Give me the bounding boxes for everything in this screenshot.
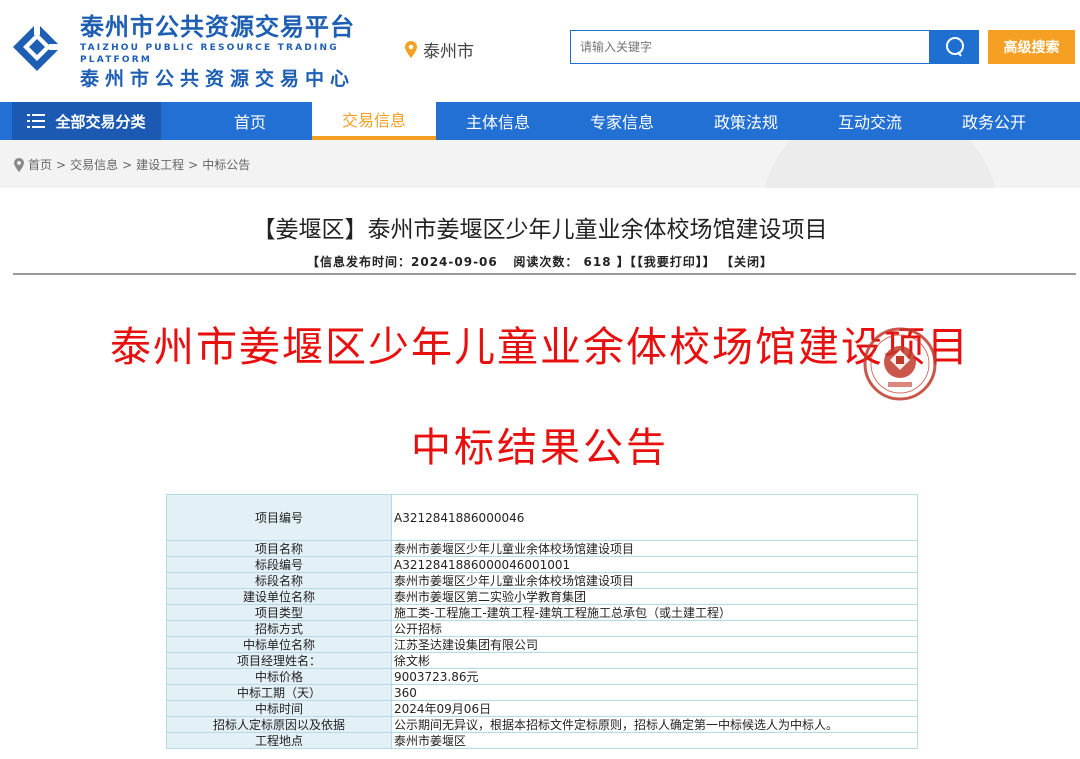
breadcrumb-separator: > <box>56 157 67 172</box>
field-value: 360 <box>391 684 918 701</box>
breadcrumb-trade-info[interactable]: 交易信息 <box>70 156 118 173</box>
title-divider <box>13 273 1076 275</box>
table-row: 中标时间 2024年09月06日 <box>166 700 918 717</box>
breadcrumb-bar: 首页 > 交易信息 > 建设工程 > 中标公告 <box>0 140 1080 188</box>
field-value: 徐文彬 <box>391 652 918 669</box>
field-label: 项目名称 <box>166 540 392 557</box>
field-label: 标段名称 <box>166 572 392 589</box>
platform-logo-text[interactable]: 泰州市公共资源交易平台 TAIZHOU PUBLIC RESOURCE TRAD… <box>80 12 370 92</box>
table-row: 项目名称 泰州市姜堰区少年儿童业余体校场馆建设项目 <box>166 540 918 557</box>
nav-item-gov-affairs[interactable]: 政务公开 <box>932 102 1056 140</box>
field-value: 泰州市姜堰区 <box>391 732 918 749</box>
search-button[interactable] <box>930 30 979 64</box>
table-row: 招标人定标原因以及依据 公示期间无异议，根据本招标文件定标原则，招标人确定第一中… <box>166 716 918 733</box>
table-row: 招标方式 公开招标 <box>166 620 918 637</box>
field-value: 江苏圣达建设集团有限公司 <box>391 636 918 653</box>
field-label: 建设单位名称 <box>166 588 392 605</box>
table-row: 中标工期（天） 360 <box>166 684 918 701</box>
field-value: 公示期间无异议，根据本招标文件定标原则，招标人确定第一中标候选人为中标人。 <box>391 716 918 733</box>
breadcrumb-construction[interactable]: 建设工程 <box>136 156 184 173</box>
decorative-background <box>760 140 1000 188</box>
table-row: 工程地点 泰州市姜堰区 <box>166 732 918 749</box>
table-row: 项目类型 施工类-工程施工-建筑工程-建筑工程施工总承包（或土建工程） <box>166 604 918 621</box>
list-menu-icon <box>27 114 46 128</box>
field-label: 项目编号 <box>166 494 392 541</box>
field-label: 中标工期（天） <box>166 684 392 701</box>
official-seal-icon <box>863 327 937 401</box>
breadcrumb-home[interactable]: 首页 <box>28 156 52 173</box>
field-value: 泰州市姜堰区第二实验小学教育集团 <box>391 588 918 605</box>
breadcrumb-separator: > <box>188 157 199 172</box>
search-icon <box>945 37 964 57</box>
all-categories-label: 全部交易分类 <box>55 112 146 131</box>
nav-item-trade-info[interactable]: 交易信息 <box>312 102 436 140</box>
notice-type-heading: 中标结果公告 <box>411 425 669 471</box>
field-label: 中标时间 <box>166 700 392 717</box>
publish-date: 【信息发布时间：2024-09-06 <box>307 255 498 269</box>
city-selector[interactable]: 泰州市 <box>405 37 474 62</box>
field-label: 招标方式 <box>166 620 392 637</box>
read-count: 618 <box>583 255 612 269</box>
platform-logo-icon[interactable] <box>12 22 62 72</box>
article-meta: 【信息发布时间：2024-09-06 阅读次数： 618 】【【我要打印】】 【… <box>0 253 1080 270</box>
field-value: 2024年09月06日 <box>391 700 918 717</box>
field-value: 施工类-工程施工-建筑工程-建筑工程施工总承包（或土建工程） <box>391 604 918 621</box>
table-row: 项目经理姓名： 徐文彬 <box>166 652 918 669</box>
logo-title-cn: 泰州市公共资源交易平台 <box>80 13 355 41</box>
field-value: 9003723.86元 <box>391 668 918 685</box>
breadcrumb: 首页 > 交易信息 > 建设工程 > 中标公告 <box>14 156 250 173</box>
all-categories-button[interactable]: 全部交易分类 <box>12 102 161 140</box>
page-title: 【姜堰区】泰州市姜堰区少年儿童业余体校场馆建设项目 <box>252 217 828 243</box>
field-label: 标段编号 <box>166 556 392 573</box>
field-value: 泰州市姜堰区少年儿童业余体校场馆建设项目 <box>391 572 918 589</box>
table-row: 中标单位名称 江苏圣达建设集团有限公司 <box>166 636 918 653</box>
nav-item-entity-info[interactable]: 主体信息 <box>436 102 560 140</box>
logo-title-en: TAIZHOU PUBLIC RESOURCE TRADING PLATFORM <box>80 43 339 65</box>
nav-item-home[interactable]: 首页 <box>188 102 312 140</box>
field-label: 项目经理姓名： <box>166 652 392 669</box>
nav-item-policy[interactable]: 政策法规 <box>684 102 808 140</box>
field-label: 招标人定标原因以及依据 <box>166 716 392 733</box>
search-input[interactable] <box>571 31 929 63</box>
location-pin-icon <box>405 41 417 58</box>
field-value: A3212841886000046001001 <box>391 556 918 573</box>
field-value: 公开招标 <box>391 620 918 637</box>
table-row: 项目编号 A3212841886000046 <box>166 494 918 541</box>
award-info-table: 项目编号 A3212841886000046 项目名称 泰州市姜堰区少年儿童业余… <box>166 494 918 749</box>
main-nav: 全部交易分类 首页 交易信息 主体信息 专家信息 政策法规 互动交流 政务公开 <box>0 102 1080 140</box>
nav-item-expert-info[interactable]: 专家信息 <box>560 102 684 140</box>
advanced-search-button[interactable]: 高级搜索 <box>988 30 1075 64</box>
breadcrumb-award-notice[interactable]: 中标公告 <box>202 156 250 173</box>
location-pin-icon <box>14 157 24 172</box>
print-link[interactable]: 】【【我要打印】】 <box>617 255 716 269</box>
nav-item-interaction[interactable]: 互动交流 <box>808 102 932 140</box>
table-row: 标段名称 泰州市姜堰区少年儿童业余体校场馆建设项目 <box>166 572 918 589</box>
breadcrumb-separator: > <box>122 157 133 172</box>
table-row: 建设单位名称 泰州市姜堰区第二实验小学教育集团 <box>166 588 918 605</box>
logo-subtitle-cn: 泰州市公共资源交易中心 <box>80 68 356 90</box>
field-label: 项目类型 <box>166 604 392 621</box>
read-count-label: 阅读次数： <box>513 255 579 269</box>
table-row: 中标价格 9003723.86元 <box>166 668 918 685</box>
city-label: 泰州市 <box>423 42 474 62</box>
table-row: 标段编号 A3212841886000046001001 <box>166 556 918 573</box>
field-label: 中标单位名称 <box>166 636 392 653</box>
site-header: 泰州市公共资源交易平台 TAIZHOU PUBLIC RESOURCE TRAD… <box>0 0 1080 102</box>
search-box <box>570 30 930 64</box>
close-link[interactable]: 【关闭】 <box>721 255 773 269</box>
field-label: 工程地点 <box>166 732 392 749</box>
field-label: 中标价格 <box>166 668 392 685</box>
field-value: 泰州市姜堰区少年儿童业余体校场馆建设项目 <box>391 540 918 557</box>
field-value: A3212841886000046 <box>391 494 918 541</box>
